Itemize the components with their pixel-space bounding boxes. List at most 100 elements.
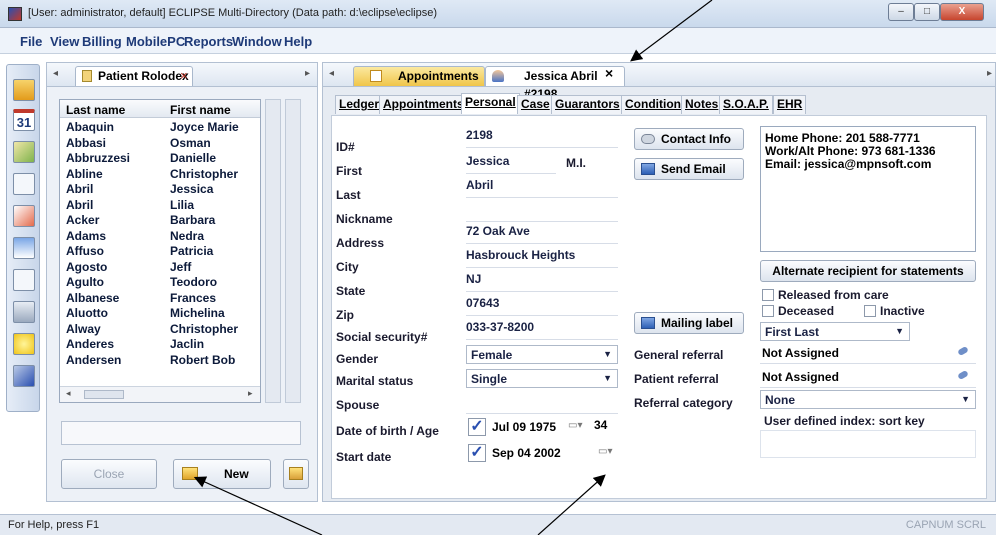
menu-billing[interactable]: Billing	[82, 34, 122, 49]
edit-icon[interactable]	[13, 141, 35, 163]
scroll-left-arrow-icon[interactable]: ◂	[66, 388, 71, 399]
general-referral-field[interactable]: Not Assigned	[760, 342, 976, 364]
close-button[interactable]: Close	[61, 459, 157, 489]
image-button[interactable]	[283, 459, 309, 489]
last-name-field[interactable]: Abril	[466, 176, 618, 198]
column-first-name[interactable]: First name	[170, 103, 231, 117]
table-row[interactable]: Abline Christopher	[60, 167, 260, 182]
pen-icon[interactable]	[13, 365, 35, 387]
tab-condition[interactable]: Condition	[621, 95, 685, 114]
city-field[interactable]: Hasbrouck Heights	[466, 246, 618, 268]
scroll-left-icon[interactable]: ◂	[329, 68, 334, 79]
spouse-field[interactable]	[466, 392, 618, 414]
calendar-dropdown-icon[interactable]: ▭▾	[568, 420, 582, 431]
link-icon[interactable]	[957, 345, 969, 357]
printer-icon[interactable]	[13, 301, 35, 323]
released-checkbox[interactable]	[762, 289, 774, 301]
dob-checkbox[interactable]: ✓	[468, 418, 486, 436]
table-row[interactable]: Abbasi Osman	[60, 136, 260, 151]
zip-field[interactable]: 07643	[466, 294, 618, 316]
table-row[interactable]: Abril Jessica	[60, 182, 260, 197]
table-row[interactable]: Adams Nedra	[60, 229, 260, 244]
table-row[interactable]: Albanese Frances	[60, 291, 260, 306]
horizontal-scrollbar[interactable]: ◂ ▸	[60, 386, 260, 402]
tab-patient-rolodex[interactable]: Patient Rolodex ×	[75, 66, 193, 86]
patient-list[interactable]: Last name First name Abaquin Joyce Marie A…	[59, 99, 261, 403]
table-row[interactable]: Abril Lilia	[60, 198, 260, 213]
scroll-right-arrow-icon[interactable]: ▸	[248, 388, 253, 399]
link-icon[interactable]	[957, 369, 969, 381]
lightbulb-icon[interactable]	[13, 333, 35, 355]
scroll-left-icon[interactable]: ◂	[53, 68, 58, 79]
table-row[interactable]: Andersen Robert Bob	[60, 353, 260, 368]
id-field[interactable]: 2198	[466, 126, 618, 148]
menu-file[interactable]: File	[20, 34, 42, 49]
tab-ledger[interactable]: Ledger	[335, 95, 384, 114]
table-row[interactable]: Agosto Jeff	[60, 260, 260, 275]
home-icon[interactable]	[13, 79, 35, 101]
table-row[interactable]: Agulto Teodoro	[60, 275, 260, 290]
alternate-recipient-button[interactable]: Alternate recipient for statements	[760, 260, 976, 282]
first-name-field[interactable]: Jessica	[466, 152, 556, 174]
table-row[interactable]: Abaquin Joyce Marie	[60, 120, 260, 135]
close-window-button[interactable]: X	[940, 3, 984, 21]
scroll-right-icon[interactable]: ▸	[305, 68, 310, 79]
table-row[interactable]: Abbruzzesi Danielle	[60, 151, 260, 166]
column-last-name[interactable]: Last name	[66, 103, 125, 117]
tab-close-icon[interactable]: ×	[605, 65, 613, 81]
mailing-label-button[interactable]: Mailing label	[634, 312, 744, 334]
tab-close-icon[interactable]: ×	[180, 68, 188, 83]
start-date-checkbox[interactable]: ✓	[468, 444, 486, 462]
menu-window[interactable]: Window	[232, 34, 282, 49]
address-field[interactable]: 72 Oak Ave	[466, 222, 618, 244]
start-date-value[interactable]: Sep 04 2002	[492, 446, 561, 460]
inactive-checkbox[interactable]	[864, 305, 876, 317]
menu-help[interactable]: Help	[284, 34, 312, 49]
vertical-scrollbar-a[interactable]	[265, 99, 281, 403]
window-icon[interactable]	[13, 237, 35, 259]
tab-guarantors[interactable]: Guarantors	[551, 95, 624, 114]
sort-key-field[interactable]	[760, 430, 976, 458]
table-row[interactable]: Acker Barbara	[60, 213, 260, 228]
tab-soap[interactable]: S.O.A.P.	[719, 95, 773, 114]
delete-icon[interactable]	[13, 205, 35, 227]
deceased-checkbox[interactable]	[762, 305, 774, 317]
table-row[interactable]: Alway Christopher	[60, 322, 260, 337]
patient-referral-field[interactable]: Not Assigned	[760, 366, 976, 388]
name-order-select[interactable]: First Last ▼	[760, 322, 910, 341]
menu-mobilepc[interactable]: MobilePC	[126, 34, 185, 49]
tab-ehr[interactable]: EHR	[773, 95, 807, 114]
table-row[interactable]: Anderes Jaclin	[60, 337, 260, 352]
contact-info-button[interactable]: Contact Info	[634, 128, 744, 150]
minimize-button[interactable]: –	[888, 3, 914, 21]
send-email-button[interactable]: Send Email	[634, 158, 744, 180]
tab-personal[interactable]: Personal	[461, 93, 520, 114]
referral-category-select[interactable]: None ▼	[760, 390, 976, 409]
maximize-button[interactable]: □	[914, 3, 940, 21]
ssn-field[interactable]: 033-37-8200	[466, 318, 618, 340]
tab-appointments[interactable]: Appointments	[353, 66, 485, 86]
menu-view[interactable]: View	[50, 34, 79, 49]
search-icon[interactable]	[13, 173, 35, 195]
calendar-dropdown-icon[interactable]: ▭▾	[598, 446, 612, 457]
tab-case[interactable]: Case	[517, 95, 554, 114]
vertical-scrollbar-b[interactable]	[285, 99, 301, 403]
first-name-cell: Barbara	[170, 213, 216, 227]
table-row[interactable]: Aluotto Michelina	[60, 306, 260, 321]
tab-notes[interactable]: Notes	[681, 95, 723, 114]
gender-select[interactable]: Female ▼	[466, 345, 618, 364]
menu-reports[interactable]: Reports	[184, 34, 233, 49]
nickname-field[interactable]	[466, 200, 618, 222]
search-input[interactable]	[61, 421, 301, 445]
tab-appointments-section[interactable]: Appointments	[379, 95, 468, 114]
marital-status-select[interactable]: Single ▼	[466, 369, 618, 388]
table-row[interactable]: Affuso Patricia	[60, 244, 260, 259]
calendar-icon[interactable]: 31	[13, 109, 35, 131]
document-icon[interactable]	[13, 269, 35, 291]
new-button[interactable]: New	[173, 459, 271, 489]
tab-patient-jessica-abril[interactable]: Jessica Abril #2198	[485, 66, 625, 101]
scroll-right-icon[interactable]: ▸	[987, 68, 992, 79]
dob-value[interactable]: Jul 09 1975	[492, 420, 556, 434]
state-field[interactable]: NJ	[466, 270, 618, 292]
scroll-thumb[interactable]	[84, 390, 124, 399]
